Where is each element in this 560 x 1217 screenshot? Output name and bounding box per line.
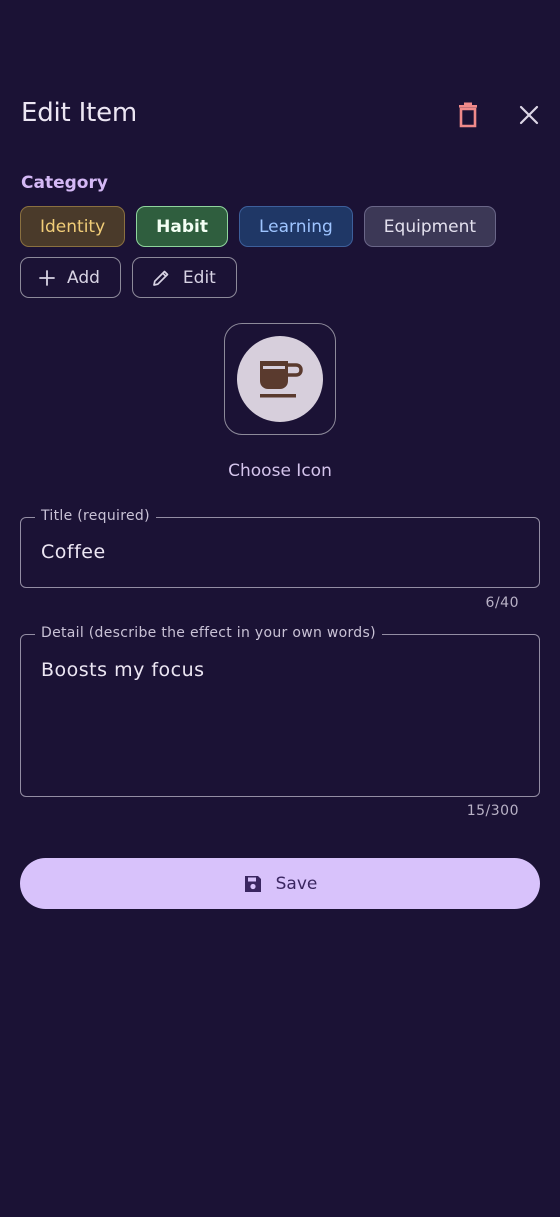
title-field[interactable]: Title (required) Coffee xyxy=(20,508,540,588)
category-actions: Add Edit xyxy=(20,257,237,298)
edit-category-label: Edit xyxy=(182,267,216,288)
add-category-button[interactable]: Add xyxy=(20,257,121,298)
header: Edit Item xyxy=(0,90,560,142)
detail-char-counter: 15/300 xyxy=(466,803,519,819)
title-input[interactable]: Coffee xyxy=(41,541,106,563)
edit-item-screen: Edit Item Category Identity Habit Learni… xyxy=(0,0,560,1217)
pencil-icon xyxy=(153,270,169,286)
chip-habit[interactable]: Habit xyxy=(136,206,228,247)
add-category-label: Add xyxy=(67,267,100,288)
coffee-cup-icon xyxy=(260,361,303,398)
save-label: Save xyxy=(275,873,318,894)
chip-learning[interactable]: Learning xyxy=(238,206,353,247)
save-icon xyxy=(244,875,261,892)
save-button[interactable]: Save xyxy=(20,858,540,909)
detail-field-label: Detail (describe the effect in your own … xyxy=(35,625,382,641)
trash-icon xyxy=(459,102,477,128)
detail-input[interactable]: Boosts my focus xyxy=(41,659,205,681)
close-button[interactable] xyxy=(509,95,549,135)
category-label: Category xyxy=(21,173,108,193)
title-char-counter: 6/40 xyxy=(485,595,519,611)
icon-picker-button[interactable] xyxy=(224,323,336,435)
icon-preview xyxy=(237,336,323,422)
edit-category-button[interactable]: Edit xyxy=(131,257,237,298)
detail-field[interactable]: Detail (describe the effect in your own … xyxy=(20,625,540,797)
chip-identity[interactable]: Identity xyxy=(20,206,126,247)
title-field-label: Title (required) xyxy=(35,508,156,524)
plus-icon xyxy=(39,269,55,286)
delete-button[interactable] xyxy=(448,95,488,135)
category-chips: Identity Habit Learning Equipment xyxy=(20,206,497,247)
page-title: Edit Item xyxy=(21,98,137,128)
close-icon xyxy=(519,105,539,125)
choose-icon-link[interactable]: Choose Icon xyxy=(0,461,560,481)
chip-equipment[interactable]: Equipment xyxy=(363,206,497,247)
